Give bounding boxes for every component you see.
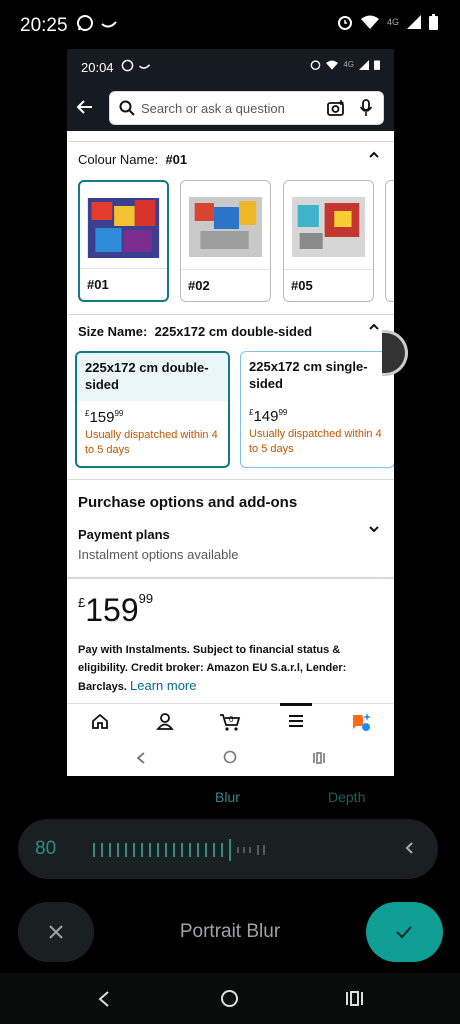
- size-option-name: 225x172 cm single-sided: [249, 359, 368, 391]
- network-type-label: 4G: [386, 17, 399, 27]
- colour-swatch-05[interactable]: #05: [283, 180, 374, 302]
- outer-status-bar: 20:25 4G: [0, 0, 460, 52]
- price-fraction: 99: [278, 408, 288, 417]
- inner-status-bar: 20:04 4G: [67, 49, 394, 85]
- account-icon[interactable]: [156, 712, 174, 730]
- swatch-image: [86, 188, 161, 266]
- chevron-left-icon[interactable]: [404, 841, 414, 855]
- recents-nav-icon[interactable]: [312, 751, 326, 765]
- battery-icon: [374, 59, 380, 70]
- rufus-assistant-icon[interactable]: [350, 712, 372, 732]
- status-time: 20:25: [20, 15, 68, 36]
- divider: [67, 479, 394, 480]
- payment-plans-subtitle: Instalment options available: [78, 547, 239, 562]
- alarm-icon: [337, 14, 353, 30]
- notification-icon: [138, 59, 151, 72]
- price-fraction: 99: [114, 409, 124, 418]
- alarm-icon: [310, 59, 321, 70]
- slider-ticks[interactable]: [92, 839, 352, 861]
- confirm-button[interactable]: [366, 902, 443, 962]
- learn-more-link[interactable]: Learn more: [130, 678, 196, 693]
- system-nav-bar: [0, 973, 460, 1024]
- camera-search-icon[interactable]: [327, 99, 345, 117]
- colour-label: Colour Name:: [78, 152, 159, 167]
- active-tab-indicator: [280, 703, 312, 706]
- tab-depth[interactable]: Depth: [328, 789, 365, 805]
- blur-slider[interactable]: 80: [18, 819, 438, 879]
- instalment-text: Pay with Instalments. Subject to financi…: [78, 644, 347, 693]
- size-option-double-sided[interactable]: 225x172 cm double-sided £15999 Usually d…: [75, 351, 230, 468]
- swatch-label: #01: [80, 268, 167, 300]
- signal-icon: [359, 59, 369, 70]
- recents-nav-icon[interactable]: [345, 989, 364, 1008]
- home-nav-icon[interactable]: [220, 989, 239, 1008]
- inner-status-time: 20:04: [81, 60, 114, 75]
- search-icon: [119, 100, 135, 116]
- colour-swatch-more[interactable]: [385, 180, 394, 302]
- whatsapp-icon: [121, 59, 134, 72]
- back-arrow-icon[interactable]: [75, 97, 95, 117]
- price-whole: 159: [89, 409, 115, 426]
- purchase-options-title: Purchase options and add-ons: [78, 494, 298, 511]
- size-value: 225x172 cm double-sided: [154, 324, 313, 339]
- size-option-price: £14999: [241, 400, 394, 425]
- price-whole: 159: [85, 592, 139, 628]
- swatch-label: #02: [181, 269, 270, 301]
- dispatch-text: Usually dispatched within 4 to 5 days: [85, 429, 218, 456]
- slider-value: 80: [35, 838, 57, 859]
- payment-plans-title[interactable]: Payment plans: [78, 527, 170, 542]
- divider: [67, 577, 394, 579]
- divider: [67, 141, 394, 142]
- back-nav-icon[interactable]: [97, 990, 111, 1008]
- tab-blur[interactable]: Blur: [215, 789, 240, 805]
- price-fraction: 99: [138, 591, 154, 606]
- home-icon[interactable]: [91, 712, 109, 730]
- inner-system-nav: [67, 741, 394, 776]
- instalment-info: Pay with Instalments. Subject to financi…: [78, 641, 378, 696]
- colour-swatch-01[interactable]: #01: [78, 180, 169, 302]
- home-nav-icon[interactable]: [223, 750, 237, 764]
- menu-icon[interactable]: [287, 712, 305, 730]
- signal-icon: [407, 15, 421, 29]
- chevron-down-icon[interactable]: [368, 523, 380, 535]
- bottom-nav: 0: [67, 703, 394, 741]
- price-whole: 149: [253, 408, 279, 425]
- crop-handle[interactable]: [382, 330, 408, 376]
- divider: [67, 314, 394, 315]
- size-option-single-sided[interactable]: 225x172 cm single-sided £14999 Usually d…: [240, 351, 394, 468]
- notification-icon: [100, 14, 118, 32]
- chevron-up-icon[interactable]: [368, 149, 380, 161]
- cart-icon[interactable]: 0: [219, 712, 241, 732]
- svg-text:0: 0: [229, 715, 234, 724]
- chevron-up-icon[interactable]: [368, 321, 380, 333]
- colour-name-heading: Colour Name: #01: [78, 152, 187, 167]
- battery-icon: [429, 14, 438, 30]
- size-name-heading: Size Name: 225x172 cm double-sided: [78, 324, 312, 339]
- size-label: Size Name:: [78, 324, 148, 339]
- search-header: Search or ask a question: [67, 85, 394, 131]
- whatsapp-icon: [76, 14, 94, 32]
- wifi-icon: [326, 60, 339, 70]
- wifi-icon: [360, 15, 379, 29]
- check-icon: [395, 924, 413, 940]
- swatch-label: #05: [284, 269, 373, 301]
- size-option-name: 225x172 cm double-sided: [77, 353, 228, 401]
- swatch-image: [187, 187, 264, 265]
- screenshot-preview: 20:04 4G Search or ask a question Colour…: [67, 49, 394, 776]
- search-placeholder: Search or ask a question: [141, 101, 285, 116]
- main-price: £15999: [78, 591, 153, 629]
- network-type-label: 4G: [343, 60, 354, 69]
- colour-value: #01: [165, 152, 188, 167]
- swatch-image: [290, 187, 367, 265]
- search-input[interactable]: Search or ask a question: [109, 91, 384, 125]
- dispatch-text: Usually dispatched within 4 to 5 days: [249, 428, 382, 455]
- size-option-price: £15999: [77, 401, 228, 426]
- back-nav-icon[interactable]: [135, 751, 147, 765]
- microphone-icon[interactable]: [359, 99, 373, 117]
- colour-swatch-02[interactable]: #02: [180, 180, 271, 302]
